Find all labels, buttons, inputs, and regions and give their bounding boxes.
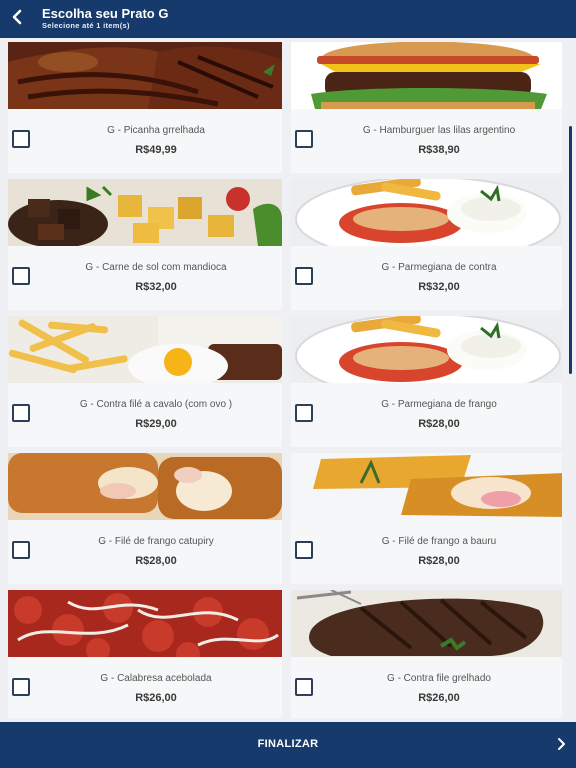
item-checkbox[interactable]: [12, 130, 30, 148]
menu-item-card[interactable]: G - Carne de sol com mandioca R$32,00: [8, 179, 282, 310]
food-image: [8, 316, 282, 383]
food-image: [8, 590, 282, 657]
food-image: [291, 42, 562, 109]
food-image: [8, 42, 282, 109]
header-titles: Escolha seu Prato G Selecione até 1 item…: [42, 6, 168, 31]
food-image: [291, 453, 562, 520]
item-price: R$28,00: [418, 555, 460, 567]
item-checkbox[interactable]: [12, 678, 30, 696]
item-name: G - Hamburguer las lilas argentino: [362, 125, 516, 136]
menu-item-card[interactable]: G - Contra file grelhado R$26,00: [291, 590, 562, 718]
food-image: [291, 590, 562, 657]
item-checkbox[interactable]: [295, 541, 313, 559]
menu-item-card[interactable]: G - Hamburguer las lilas argentino R$38,…: [291, 42, 562, 173]
item-checkbox[interactable]: [12, 404, 30, 422]
finalize-label: FINALIZAR: [257, 738, 319, 750]
food-image: [291, 179, 562, 246]
item-name: G - Carne de sol com mandioca: [85, 262, 227, 273]
menu-item-card[interactable]: G - Calabresa acebolada R$26,00: [8, 590, 282, 718]
food-image: [8, 453, 282, 520]
app-header: Escolha seu Prato G Selecione até 1 item…: [0, 0, 576, 38]
item-name: G - Filé de frango catupiry: [98, 536, 214, 547]
menu-item-card[interactable]: G - Filé de frango a bauru R$28,00: [291, 453, 562, 584]
menu-grid: G - Picanha grrelhada R$49,99 G - Hambur…: [8, 42, 562, 718]
item-name: G - Calabresa acebolada: [100, 673, 212, 684]
item-checkbox[interactable]: [295, 130, 313, 148]
food-image: [8, 179, 282, 246]
menu-item-card[interactable]: G - Parmegiana de contra R$32,00: [291, 179, 562, 310]
menu-item-card[interactable]: G - Parmegiana de frango R$28,00: [291, 316, 562, 447]
chevron-right-icon: [558, 738, 565, 750]
item-price: R$28,00: [135, 555, 177, 567]
item-checkbox[interactable]: [12, 267, 30, 285]
menu-item-card[interactable]: G - Picanha grrelhada R$49,99: [8, 42, 282, 173]
back-button[interactable]: [6, 6, 28, 28]
item-name: G - Contra file grelhado: [387, 673, 491, 684]
item-price: R$32,00: [135, 281, 177, 293]
item-checkbox[interactable]: [295, 678, 313, 696]
item-checkbox[interactable]: [12, 541, 30, 559]
item-name: G - Contra filé a cavalo (com ovo ): [79, 399, 233, 410]
item-price: R$38,90: [418, 144, 460, 156]
item-checkbox[interactable]: [295, 267, 313, 285]
item-price: R$28,00: [418, 418, 460, 430]
scrollbar[interactable]: [569, 126, 572, 374]
item-price: R$32,00: [418, 281, 460, 293]
chevron-left-icon: [12, 9, 22, 25]
item-price: R$26,00: [418, 692, 460, 704]
item-checkbox[interactable]: [295, 404, 313, 422]
page-title: Escolha seu Prato G: [42, 6, 169, 21]
item-name: G - Filé de frango a bauru: [381, 536, 497, 547]
item-price: R$49,99: [135, 144, 177, 156]
item-name: G - Picanha grrelhada: [107, 125, 205, 136]
menu-item-card[interactable]: G - Filé de frango catupiry R$28,00: [8, 453, 282, 584]
item-price: R$26,00: [135, 692, 177, 704]
item-price: R$29,00: [135, 418, 177, 430]
page-subtitle: Selecione até 1 item(s): [42, 21, 130, 30]
menu-item-card[interactable]: G - Contra filé a cavalo (com ovo ) R$29…: [8, 316, 282, 447]
item-name: G - Parmegiana de contra: [381, 262, 497, 273]
food-image: [291, 316, 562, 383]
finalize-button[interactable]: FINALIZAR: [0, 722, 576, 768]
item-name: G - Parmegiana de frango: [381, 399, 497, 410]
